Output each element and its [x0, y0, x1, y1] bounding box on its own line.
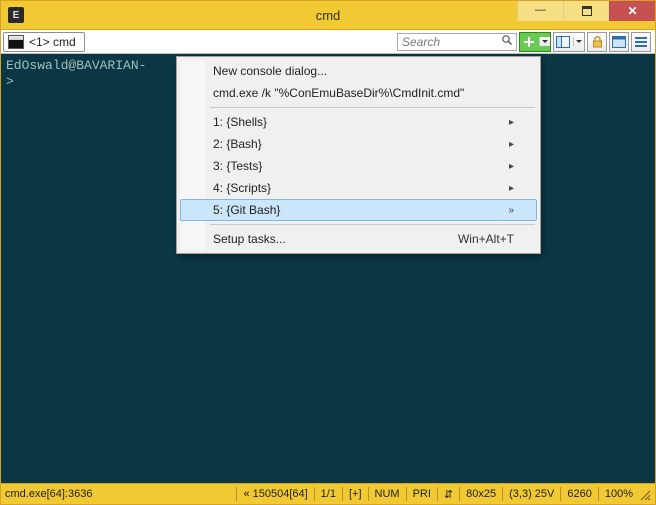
menu-item-cmd-init[interactable]: cmd.exe /k "%ConEmuBaseDir%\CmdInit.cmd" — [180, 82, 537, 104]
titlebar[interactable]: E cmd — ✕ — [1, 1, 655, 30]
status-cursor: (3,3) 25V — [509, 488, 554, 500]
tab-label: <1> cmd — [29, 35, 76, 49]
status-priority: PRI — [413, 488, 431, 500]
tab-bar: <1> cmd — [3, 30, 85, 53]
split-dropdown[interactable] — [573, 37, 584, 46]
minimize-button[interactable]: — — [517, 1, 563, 21]
status-pid: 6260 — [567, 488, 591, 500]
split-view-button[interactable] — [553, 32, 585, 52]
menu-separator — [210, 224, 535, 225]
status-arrows: ⇵ — [444, 488, 453, 501]
menu-item-label: 3: {Tests} — [213, 159, 262, 173]
submenu-arrow-icon: » — [508, 205, 514, 216]
menu-item-tests[interactable]: 3: {Tests} ▸ — [180, 155, 537, 177]
statusbar: cmd.exe[64]:3636 « 150504[64] 1/1 [+] NU… — [1, 483, 655, 504]
search-placeholder: Search — [402, 35, 440, 49]
menu-item-label: cmd.exe /k "%ConEmuBaseDir%\CmdInit.cmd" — [213, 86, 464, 100]
maximize-pane-button[interactable] — [609, 32, 629, 52]
maximize-button[interactable] — [563, 1, 609, 21]
pane-icon — [554, 36, 573, 48]
status-zoom: 100% — [605, 488, 633, 500]
submenu-arrow-icon: ▸ — [509, 139, 514, 150]
lock-button[interactable] — [587, 32, 607, 52]
menu-shortcut: Win+Alt+T — [458, 232, 514, 246]
search-input[interactable]: Search — [397, 33, 517, 51]
resize-grip[interactable] — [637, 487, 651, 501]
status-tab-count: 1/1 — [321, 488, 336, 500]
menu-item-label: 5: {Git Bash} — [213, 203, 280, 217]
search-icon — [501, 34, 513, 49]
submenu-arrow-icon: ▸ — [509, 161, 514, 172]
status-size: 80x25 — [466, 488, 496, 500]
menu-item-setup-tasks[interactable]: Setup tasks... Win+Alt+T — [180, 228, 537, 250]
menu-item-new-console-dialog[interactable]: New console dialog... — [180, 60, 537, 82]
menu-item-label: New console dialog... — [213, 64, 327, 78]
app-icon: E — [8, 7, 24, 23]
menu-item-label: Setup tasks... — [213, 232, 286, 246]
cmd-icon — [8, 35, 24, 49]
menu-item-label: 4: {Scripts} — [213, 181, 271, 195]
hamburger-menu-button[interactable] — [631, 32, 651, 52]
submenu-arrow-icon: ▸ — [509, 117, 514, 128]
console-tab[interactable]: <1> cmd — [3, 32, 85, 52]
status-num: NUM — [375, 488, 400, 500]
new-console-menu: New console dialog... cmd.exe /k "%ConEm… — [176, 56, 541, 254]
window-controls: — ✕ — [517, 1, 655, 21]
menu-separator — [210, 107, 535, 108]
close-button[interactable]: ✕ — [609, 1, 655, 21]
status-build: « 150504[64] — [243, 488, 307, 500]
menu-item-bash[interactable]: 2: {Bash} ▸ — [180, 133, 537, 155]
status-caps: [+] — [349, 488, 362, 500]
plus-icon[interactable] — [520, 36, 539, 48]
menu-item-git-bash[interactable]: 5: {Git Bash} » — [180, 199, 537, 221]
toolbar: <1> cmd Search — [1, 30, 655, 54]
menu-item-label: 1: {Shells} — [213, 115, 267, 129]
window-title: cmd — [316, 8, 341, 23]
app-window: E cmd — ✕ <1> cmd Search — [0, 0, 656, 505]
status-process: cmd.exe[64]:3636 — [5, 488, 92, 500]
submenu-arrow-icon: ▸ — [509, 183, 514, 194]
menu-item-shells[interactable]: 1: {Shells} ▸ — [180, 111, 537, 133]
menu-item-label: 2: {Bash} — [213, 137, 262, 151]
new-console-dropdown[interactable] — [539, 37, 550, 46]
new-console-button[interactable] — [519, 32, 551, 52]
menu-item-scripts[interactable]: 4: {Scripts} ▸ — [180, 177, 537, 199]
